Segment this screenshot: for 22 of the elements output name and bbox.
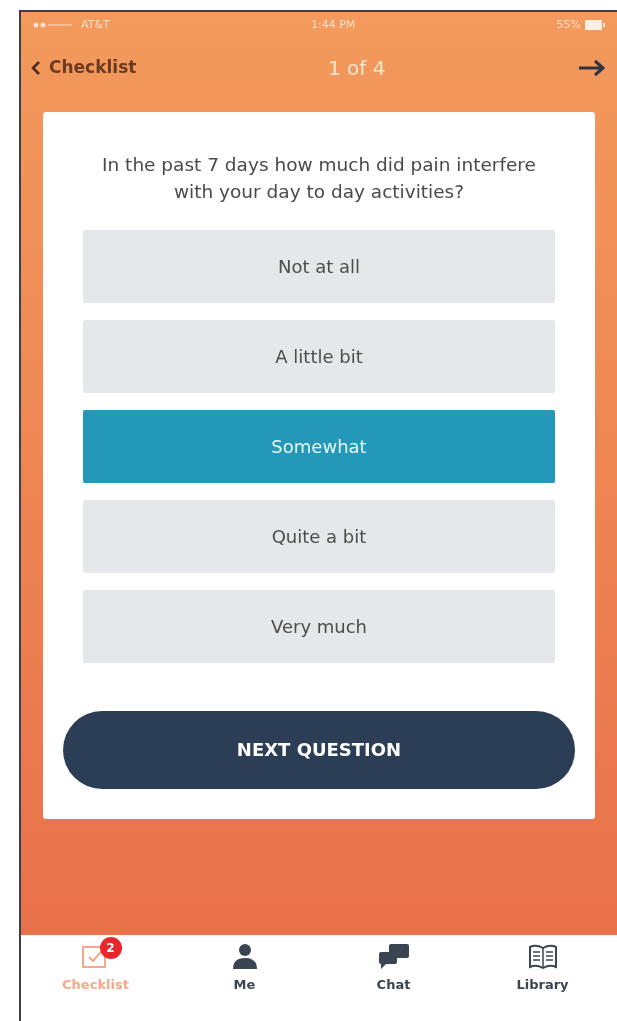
battery-icon [585, 20, 605, 30]
carrier-text: AT&T [81, 16, 110, 33]
notification-badge: 2 [99, 937, 122, 959]
battery-text: 55% [556, 16, 581, 33]
answer-option[interactable]: Quite a bit [83, 499, 555, 573]
next-arrow-icon[interactable] [577, 58, 607, 78]
next-question-button[interactable]: NEXT QUESTION [63, 710, 575, 789]
back-link[interactable]: Checklist [31, 55, 137, 81]
tab-item[interactable]: Chat [319, 935, 468, 1021]
question-text: In the past 7 days how much did pain interfere with your day to day activities? [101, 153, 537, 204]
chat-icon [376, 943, 411, 969]
tab-item[interactable]: Me [170, 935, 319, 1021]
tab-item[interactable]: Checklist 2 [21, 935, 170, 1021]
page-title: 1 of 4 [327, 55, 386, 82]
answer-option[interactable]: A little bit [83, 319, 555, 393]
answer-option[interactable]: Not at all [83, 229, 555, 303]
signal-icon [33, 22, 73, 28]
tab-item[interactable]: Library [468, 935, 617, 1021]
answer-option[interactable]: Very much [83, 589, 555, 663]
back-chevron-icon [31, 60, 41, 76]
time-text: 1:44 PM [310, 16, 356, 33]
book-icon [527, 943, 558, 969]
